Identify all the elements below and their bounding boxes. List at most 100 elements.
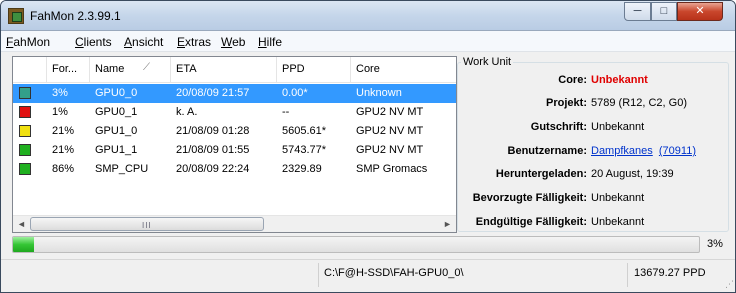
client-status-icon — [19, 87, 31, 99]
wu-preferred-row: Bevorzugte Fälligkeit: Unbekannt — [457, 192, 729, 206]
client-status-icon — [19, 125, 31, 137]
wu-project-row: Projekt: 5789 (R12, C2, G0) — [457, 97, 729, 111]
sort-indicator-icon: ⟋ — [143, 62, 150, 73]
wu-core-row: Core: Unbekannt — [457, 74, 729, 88]
client-status-icon — [19, 106, 31, 118]
row-progress: 3% — [52, 87, 68, 99]
menu-clients-label: lients — [83, 35, 112, 49]
wu-preferred-value: Unbekannt — [591, 192, 645, 204]
column-progress[interactable]: For... — [47, 57, 90, 82]
work-unit-legend: Work Unit — [461, 56, 514, 68]
menu-fahmon-label: ahMon — [13, 35, 51, 49]
wu-downloaded-row: Heruntergeladen: 20 August, 19:39 — [457, 168, 729, 182]
maximize-button[interactable]: □ — [651, 2, 677, 21]
menu-ansicht-mnemonic: A — [124, 35, 133, 49]
menu-extras-label: xtras — [185, 35, 212, 49]
minimize-button[interactable]: ─ — [624, 2, 651, 21]
column-name[interactable]: Name — [90, 57, 171, 82]
column-eta[interactable]: ETA — [171, 57, 277, 82]
wu-user-row: Benutzername: Dampfkanes (70911) — [457, 145, 729, 159]
column-ppd[interactable]: PPD — [277, 57, 351, 82]
scroll-right-arrow-icon[interactable]: ► — [440, 217, 455, 232]
wu-project-value: 5789 (R12, C2, G0) — [591, 97, 687, 109]
scroll-left-arrow-icon[interactable]: ◄ — [14, 217, 29, 232]
wu-project-label: Projekt: — [546, 97, 587, 109]
row-eta: k. A. — [176, 106, 198, 118]
progress-percent: 3% — [707, 238, 723, 250]
column-status[interactable] — [13, 57, 47, 82]
scrollbar-thumb[interactable]: III — [30, 217, 264, 231]
wu-user-value: Dampfkanes (70911) — [591, 145, 696, 157]
wu-core-value: Unbekannt — [591, 74, 648, 86]
menu-ansicht-label: nsicht — [132, 35, 164, 49]
horizontal-scrollbar[interactable]: ◄ III ► — [13, 215, 456, 232]
wu-credit-row: Gutschrift: Unbekannt — [457, 121, 729, 135]
table-row[interactable]: 86% SMP_CPU 20/08/09 22:24 2329.89 SMP G… — [13, 160, 456, 179]
wu-final-value: Unbekannt — [591, 216, 645, 228]
menu-bar: FahMon Clients Ansicht Extras Web Hilfe — [1, 31, 735, 52]
team-number-link[interactable]: (70911) — [659, 145, 696, 157]
row-core: GPU2 NV MT — [356, 106, 424, 118]
app-window: FahMon 2.3.99.1 ─ □ ✕ FahMon Clients Ans… — [0, 0, 736, 293]
status-ppd: 13679.27 PPD — [634, 267, 706, 279]
close-button[interactable]: ✕ — [677, 2, 723, 21]
row-ppd: 0.00* — [282, 87, 308, 99]
row-eta: 21/08/09 01:55 — [176, 144, 250, 156]
status-bar: C:\F@H-SSD\FAH-GPU0_0\ 13679.27 PPD ⋰ — [1, 259, 735, 292]
row-name: GPU1_1 — [95, 144, 138, 156]
work-unit-progress-bar — [12, 236, 700, 253]
row-core: GPU2 NV MT — [356, 144, 424, 156]
row-ppd: 5605.61* — [282, 125, 327, 137]
user-name-link[interactable]: Dampfkanes — [591, 145, 653, 157]
resize-grip-icon[interactable]: ⋰ — [725, 279, 734, 290]
row-progress: 21% — [52, 144, 75, 156]
clients-list[interactable]: For... Name ⟋ ETA PPD Core 3% GPU0_0 20/… — [12, 56, 457, 233]
row-core: GPU2 NV MT — [356, 125, 424, 137]
row-progress: 1% — [52, 106, 68, 118]
menu-web[interactable]: Web — [221, 35, 245, 49]
scrollbar-grip-icon: III — [142, 221, 152, 230]
wu-credit-value: Unbekannt — [591, 121, 645, 133]
wu-core-label: Core: — [558, 74, 587, 86]
menu-fahmon[interactable]: FahMon — [6, 35, 50, 49]
wu-user-label: Benutzername: — [507, 145, 587, 157]
row-ppd: 5743.77* — [282, 144, 327, 156]
work-unit-panel: Work Unit Core: Unbekannt Projekt: 5789 … — [457, 53, 730, 234]
row-eta: 20/08/09 22:24 — [176, 163, 250, 175]
table-row[interactable]: 21% GPU1_0 21/08/09 01:28 5605.61* GPU2 … — [13, 122, 456, 141]
title-bar[interactable]: FahMon 2.3.99.1 ─ □ ✕ — [1, 1, 735, 31]
row-progress: 21% — [52, 125, 75, 137]
wu-final-label: Endgültige Fälligkeit: — [475, 216, 587, 228]
row-ppd: 2329.89 — [282, 163, 322, 175]
menu-web-mnemonic: W — [221, 35, 233, 49]
fahmon-app-icon — [8, 8, 24, 24]
column-name-label: Name — [95, 63, 125, 75]
window-title: FahMon 2.3.99.1 — [30, 9, 121, 23]
menu-hilfe-mnemonic: H — [258, 35, 267, 49]
table-row[interactable]: 3% GPU0_0 20/08/09 21:57 0.00* Unknown — [13, 84, 456, 103]
wu-downloaded-value: 20 August, 19:39 — [591, 168, 674, 180]
row-eta: 20/08/09 21:57 — [176, 87, 250, 99]
menu-clients[interactable]: Clients — [75, 35, 112, 49]
row-name: SMP_CPU — [95, 163, 149, 175]
status-separator — [318, 263, 319, 287]
client-status-icon — [19, 163, 31, 175]
menu-clients-mnemonic: C — [75, 35, 84, 49]
column-core[interactable]: Core — [351, 57, 456, 82]
menu-ansicht[interactable]: Ansicht — [124, 35, 163, 49]
status-path: C:\F@H-SSD\FAH-GPU0_0\ — [324, 267, 464, 279]
row-core: Unknown — [356, 87, 402, 99]
row-core: SMP Gromacs — [356, 163, 428, 175]
table-row[interactable]: 1% GPU0_1 k. A. -- GPU2 NV MT — [13, 103, 456, 122]
table-row[interactable]: 21% GPU1_1 21/08/09 01:55 5743.77* GPU2 … — [13, 141, 456, 160]
client-status-icon — [19, 144, 31, 156]
menu-hilfe[interactable]: Hilfe — [258, 35, 282, 49]
wu-downloaded-label: Heruntergeladen: — [495, 168, 587, 180]
wu-preferred-label: Bevorzugte Fälligkeit: — [472, 192, 587, 204]
wu-final-row: Endgültige Fälligkeit: Unbekannt — [457, 216, 729, 230]
wu-credit-label: Gutschrift: — [530, 121, 587, 133]
menu-hilfe-label: ilfe — [266, 35, 283, 49]
row-eta: 21/08/09 01:28 — [176, 125, 250, 137]
row-name: GPU1_0 — [95, 125, 138, 137]
menu-extras[interactable]: Extras — [177, 35, 211, 49]
